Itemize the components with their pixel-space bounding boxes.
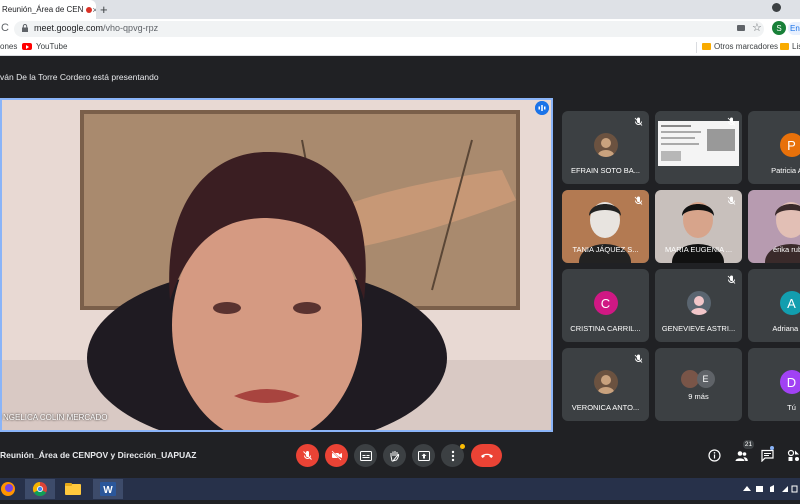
camera-in-use-icon[interactable] bbox=[737, 25, 745, 31]
activities-icon[interactable] bbox=[787, 449, 800, 462]
word-icon: W bbox=[93, 479, 123, 499]
speaking-indicator-icon bbox=[535, 101, 549, 115]
mic-muted-icon bbox=[634, 354, 643, 364]
mic-off-button[interactable] bbox=[296, 444, 319, 467]
hang-up-icon bbox=[480, 452, 494, 459]
participant-photo bbox=[594, 370, 618, 394]
speaker-scene bbox=[2, 100, 553, 432]
participant-name: Tú bbox=[748, 403, 800, 412]
participant-tile[interactable]: VERONICA ANTO... bbox=[562, 348, 649, 421]
folder-icon bbox=[702, 43, 711, 50]
bookmark-reading-list[interactable]: Lis bbox=[792, 42, 800, 51]
captions-icon bbox=[360, 451, 372, 461]
bookmark-star-icon[interactable]: ☆ bbox=[752, 21, 762, 34]
bookmark-youtube[interactable]: YouTube bbox=[36, 42, 67, 51]
url-path: /vho-qpvg-rpz bbox=[103, 23, 158, 33]
url-host: meet.google.com bbox=[34, 23, 103, 33]
main-speaker-name: NGELICA COLIN MERCADO bbox=[3, 413, 107, 422]
present-icon bbox=[418, 451, 430, 461]
leave-call-button[interactable] bbox=[471, 444, 502, 467]
participant-tile[interactable] bbox=[655, 111, 742, 184]
new-tab-button[interactable]: + bbox=[100, 2, 108, 17]
participant-tile[interactable]: P Patricia Arro bbox=[748, 111, 800, 184]
mic-muted-icon bbox=[727, 117, 736, 127]
tab-title: Reunión_Área de CEN bbox=[2, 5, 83, 14]
bookmark-other[interactable]: Otros marcadores bbox=[714, 42, 778, 51]
people-count-badge: 21 bbox=[743, 440, 754, 449]
chrome-icon bbox=[25, 479, 55, 499]
participant-name: Patricia Arro bbox=[748, 166, 800, 175]
participant-name: érika rubí s bbox=[748, 245, 800, 254]
mic-muted-icon bbox=[727, 196, 736, 206]
bookmark-apps[interactable]: ones bbox=[0, 42, 17, 51]
reload-icon[interactable]: C bbox=[1, 22, 9, 34]
browser-tab[interactable]: Reunión_Área de CEN × bbox=[0, 0, 96, 19]
participant-tile[interactable]: EFRAIN SOTO BA... bbox=[562, 111, 649, 184]
notification-dot bbox=[460, 444, 465, 449]
participant-tile[interactable]: MARIA EUGENIA ... bbox=[655, 190, 742, 263]
bookmarks-bar bbox=[0, 39, 800, 56]
camera-off-button[interactable] bbox=[325, 444, 348, 467]
participant-tile[interactable]: C CRISTINA CARRIL... bbox=[562, 269, 649, 342]
participant-tile[interactable]: GENEVIEVE ASTRI... bbox=[655, 269, 742, 342]
participant-photo bbox=[594, 133, 618, 157]
participant-name: CRISTINA CARRIL... bbox=[562, 324, 649, 333]
meeting-info-icon[interactable] bbox=[708, 449, 721, 462]
participant-tile[interactable]: E 9 más bbox=[655, 348, 742, 421]
captions-button[interactable] bbox=[354, 444, 377, 467]
participant-tile[interactable]: TANIA JÁQUEZ S... bbox=[562, 190, 649, 263]
firefox-icon[interactable] bbox=[0, 481, 16, 497]
mic-muted-icon bbox=[634, 196, 643, 206]
presenting-banner: ván De la Torre Cordero está presentando bbox=[0, 72, 159, 82]
participant-avatar: A bbox=[780, 291, 800, 315]
taskbar-word[interactable]: W bbox=[93, 479, 123, 499]
participant-photo bbox=[687, 291, 711, 315]
participant-name: VERONICA ANTO... bbox=[562, 403, 649, 412]
mic-muted-icon bbox=[727, 275, 736, 285]
chat-icon[interactable] bbox=[761, 449, 774, 462]
participant-avatar: D bbox=[780, 370, 800, 394]
file-explorer-icon[interactable] bbox=[64, 481, 82, 497]
more-vert-icon bbox=[451, 450, 455, 462]
participant-name: EFRAIN SOTO BA... bbox=[562, 166, 649, 175]
chat-unread-dot bbox=[770, 446, 774, 450]
tab-strip bbox=[0, 0, 800, 19]
participant-name: GENEVIEVE ASTRI... bbox=[655, 324, 742, 333]
system-tray-icons[interactable] bbox=[742, 484, 798, 494]
participant-avatar: E bbox=[697, 370, 715, 388]
bookmark-divider bbox=[696, 42, 697, 53]
profile-avatar[interactable]: S bbox=[772, 21, 786, 35]
profile-chip[interactable]: En bbox=[788, 22, 800, 35]
meeting-title: Reunión_Área de CENPOV y Dirección_UAPUA… bbox=[0, 450, 197, 460]
participant-tile[interactable]: A Adriana Me bbox=[748, 269, 800, 342]
taskbar-chrome[interactable] bbox=[25, 479, 55, 499]
youtube-icon bbox=[22, 43, 32, 50]
people-icon[interactable] bbox=[735, 449, 748, 462]
svg-text:W: W bbox=[103, 485, 113, 496]
participant-name: MARIA EUGENIA ... bbox=[655, 245, 742, 254]
mic-off-icon bbox=[302, 450, 313, 461]
raise-hand-button[interactable] bbox=[383, 444, 406, 467]
main-speaker-video[interactable] bbox=[0, 98, 553, 432]
folder-icon bbox=[780, 43, 789, 50]
url-text[interactable]: meet.google.com/vho-qpvg-rpz bbox=[34, 23, 158, 33]
participant-avatar: C bbox=[594, 291, 618, 315]
participant-avatar: P bbox=[780, 133, 800, 157]
participant-name: TANIA JÁQUEZ S... bbox=[562, 245, 649, 254]
participant-photo bbox=[681, 370, 699, 388]
participant-tile[interactable]: érika rubí s bbox=[748, 190, 800, 263]
participant-name: 9 más bbox=[655, 392, 742, 401]
present-screen-button[interactable] bbox=[412, 444, 435, 467]
lock-icon bbox=[22, 24, 28, 32]
mic-muted-icon bbox=[634, 117, 643, 127]
participant-name: Adriana Me bbox=[748, 324, 800, 333]
camera-off-icon bbox=[331, 450, 343, 461]
hand-icon bbox=[389, 450, 400, 462]
window-control-icon[interactable] bbox=[772, 3, 781, 12]
tab-close-icon[interactable]: × bbox=[92, 5, 96, 15]
participant-tile[interactable]: D Tú bbox=[748, 348, 800, 421]
